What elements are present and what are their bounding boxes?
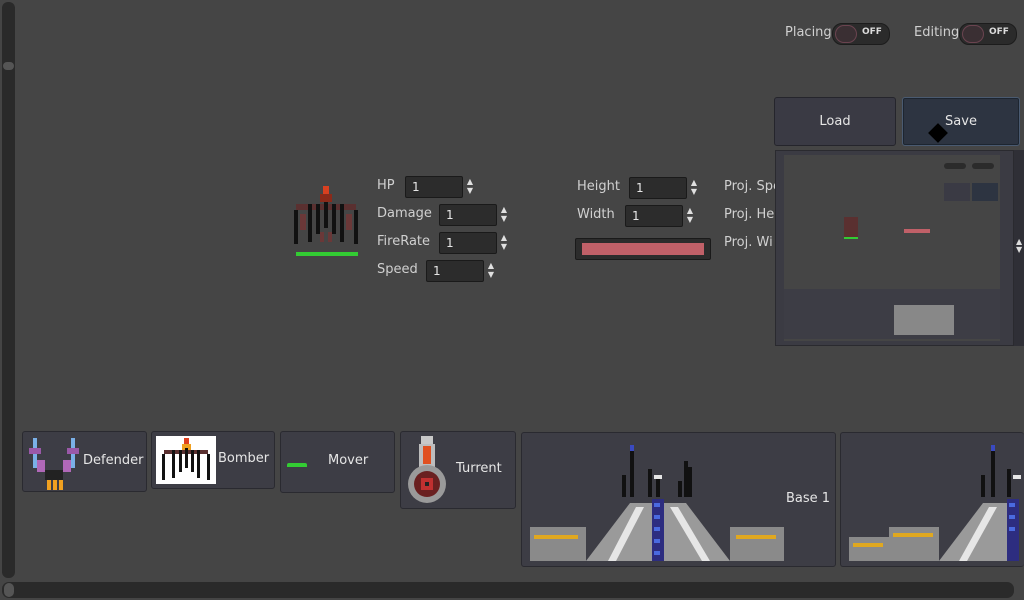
vertical-scrollbar[interactable] bbox=[2, 2, 15, 578]
damage-input[interactable]: 1 bbox=[439, 204, 497, 226]
damage-stepper[interactable]: ▲ ▼ bbox=[500, 205, 508, 225]
placing-label: Placing bbox=[785, 25, 832, 40]
color-swatch bbox=[582, 243, 704, 255]
editing-toggle-knob bbox=[962, 25, 984, 43]
hp-label: HP bbox=[377, 178, 395, 193]
width-input[interactable]: 1 bbox=[625, 205, 683, 227]
preview-toggle bbox=[944, 163, 966, 169]
save-button[interactable]: Save bbox=[902, 97, 1020, 146]
firerate-input[interactable]: 1 bbox=[439, 232, 497, 254]
palette-item-base-2[interactable] bbox=[840, 432, 1024, 567]
preview-load bbox=[944, 183, 970, 201]
vertical-scroll-thumb[interactable] bbox=[3, 62, 14, 70]
preview-toggle bbox=[972, 163, 994, 169]
palette-item-label: Mover bbox=[328, 453, 369, 468]
proj-height-label: Proj. He bbox=[724, 207, 775, 222]
preview-base bbox=[894, 305, 954, 335]
preview-canvas bbox=[784, 155, 1000, 341]
selected-unit-sprite bbox=[294, 186, 358, 244]
base-2-icon bbox=[849, 445, 1021, 561]
horizontal-scrollbar[interactable] bbox=[2, 582, 1014, 598]
preview-health bbox=[844, 237, 858, 239]
save-button-label: Save bbox=[945, 114, 977, 129]
placing-toggle-state: OFF bbox=[862, 27, 882, 37]
palette-item-base-1[interactable]: Base 1 bbox=[521, 432, 836, 567]
base-1-icon bbox=[530, 445, 784, 561]
mover-icon bbox=[287, 463, 307, 467]
palette-item-defender[interactable]: Defender bbox=[22, 431, 147, 492]
proj-speed-label: Proj. Spe bbox=[724, 179, 782, 194]
defender-icon bbox=[29, 438, 79, 490]
editing-toggle-state: OFF bbox=[989, 27, 1009, 37]
palette-item-label: Base 1 bbox=[786, 491, 831, 506]
speed-stepper[interactable]: ▲ ▼ bbox=[487, 261, 495, 281]
speed-label: Speed bbox=[377, 262, 418, 277]
color-picker-button[interactable] bbox=[575, 238, 711, 260]
height-input[interactable]: 1 bbox=[629, 177, 687, 199]
editing-label: Editing bbox=[914, 25, 960, 40]
width-label: Width bbox=[577, 207, 615, 222]
palette-item-mover[interactable]: Mover bbox=[280, 431, 395, 493]
preview-save bbox=[972, 183, 998, 201]
speed-input[interactable]: 1 bbox=[426, 260, 484, 282]
proj-width-label: Proj. Wi bbox=[724, 235, 773, 250]
turret-icon bbox=[408, 436, 446, 503]
horizontal-scroll-thumb[interactable] bbox=[4, 583, 14, 597]
unit-health-bar bbox=[296, 252, 358, 256]
width-stepper[interactable]: ▲ ▼ bbox=[686, 206, 694, 226]
preview-palette bbox=[784, 289, 1000, 339]
palette-item-label: Defender bbox=[83, 453, 144, 468]
preview-swatch bbox=[904, 229, 930, 233]
damage-label: Damage bbox=[377, 206, 432, 221]
placing-toggle[interactable]: OFF bbox=[832, 23, 890, 45]
palette-item-label: Bomber bbox=[218, 451, 270, 466]
preview-unit bbox=[844, 217, 858, 237]
placing-toggle-knob bbox=[835, 25, 857, 43]
height-stepper[interactable]: ▲ ▼ bbox=[690, 178, 698, 198]
hp-stepper[interactable]: ▲ ▼ bbox=[466, 177, 474, 197]
level-preview[interactable] bbox=[775, 150, 1014, 346]
palette-item-label: Turrent bbox=[456, 461, 502, 476]
load-button[interactable]: Load bbox=[774, 97, 896, 146]
height-label: Height bbox=[577, 179, 620, 194]
preview-resize-icon[interactable]: ▲ ▼ bbox=[1016, 238, 1022, 254]
hp-input[interactable]: 1 bbox=[405, 176, 463, 198]
firerate-stepper[interactable]: ▲ ▼ bbox=[500, 233, 508, 253]
editing-toggle[interactable]: OFF bbox=[959, 23, 1017, 45]
palette-item-bomber[interactable]: Bomber bbox=[151, 431, 275, 489]
bomber-icon bbox=[156, 436, 216, 484]
palette-item-turrent[interactable]: Turrent bbox=[400, 431, 516, 509]
firerate-label: FireRate bbox=[377, 234, 431, 249]
